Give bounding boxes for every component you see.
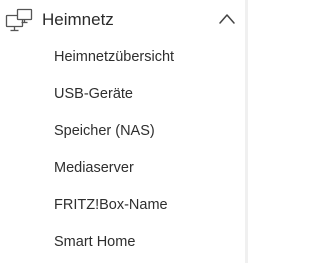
panel-divider [245,0,248,263]
network-devices-icon [5,8,35,34]
submenu-item-label: Speicher (NAS) [54,123,155,139]
menu-section-label: Heimnetz [42,10,114,29]
submenu-item-label: FRITZ!Box-Name [54,197,168,213]
submenu-item-label: Smart Home [54,234,136,250]
sidebar-menu: Heimnetz Heimnetzübersicht USB-Geräte Sp… [0,0,248,263]
submenu-item-label: Mediaserver [54,160,134,176]
submenu-item-label: USB-Geräte [54,86,133,102]
submenu-item-smart-home[interactable]: Smart Home [0,223,248,260]
submenu-item-mediaserver[interactable]: Mediaserver [0,149,248,186]
chevron-up-icon[interactable] [218,11,236,27]
submenu-item-fritzbox-name[interactable]: FRITZ!Box-Name [0,186,248,223]
submenu-item-heimnetzuebersicht[interactable]: Heimnetzübersicht [0,38,248,75]
submenu-list: Heimnetzübersicht USB-Geräte Speicher (N… [0,38,248,260]
menu-section-heimnetz[interactable]: Heimnetz [0,0,248,40]
submenu-item-usb-geraete[interactable]: USB-Geräte [0,75,248,112]
submenu-item-label: Heimnetzübersicht [54,49,175,65]
submenu-item-speicher-nas[interactable]: Speicher (NAS) [0,112,248,149]
